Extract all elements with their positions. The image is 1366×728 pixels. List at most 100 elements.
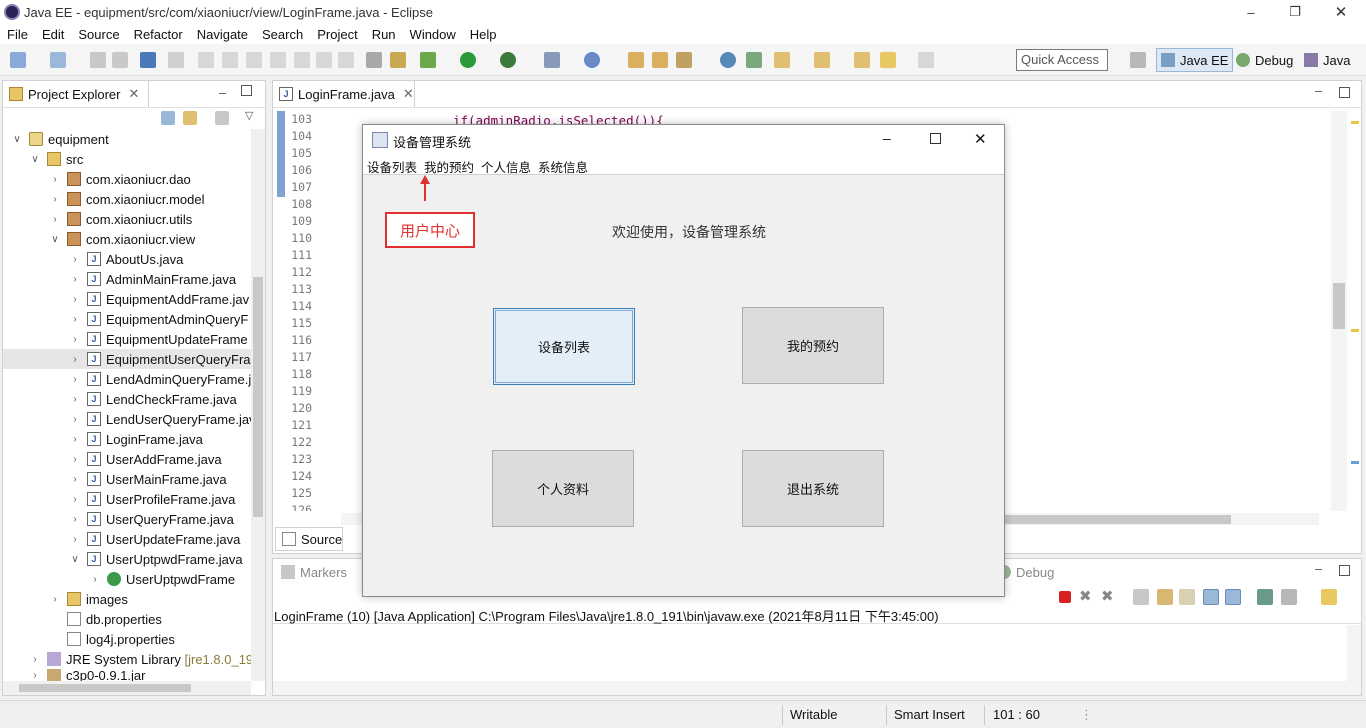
step-return-icon[interactable] bbox=[338, 52, 354, 68]
menu-run[interactable]: Run bbox=[365, 27, 403, 42]
tree-item-java-file[interactable]: › J LendAdminQueryFrame.j bbox=[3, 369, 251, 389]
tree-item-java-file[interactable]: › J LendCheckFrame.java bbox=[3, 389, 236, 409]
perspective-java-ee[interactable]: Java EE bbox=[1156, 48, 1234, 72]
tree-item-java-file[interactable]: › J UserUpdateFrame.java bbox=[3, 529, 240, 549]
back-icon[interactable] bbox=[880, 52, 896, 68]
search-icon[interactable] bbox=[676, 52, 692, 68]
tree-item-java-file[interactable]: › J LoginFrame.java bbox=[3, 429, 203, 449]
tree-item-src[interactable]: ∨ src bbox=[3, 149, 83, 169]
tree-item-project[interactable]: ∨ equipment bbox=[3, 129, 108, 149]
link-editor-icon[interactable] bbox=[183, 111, 197, 125]
tree-item-java-file[interactable]: › J AboutUs.java bbox=[3, 249, 183, 269]
suspend-icon[interactable] bbox=[222, 52, 238, 68]
globe-icon[interactable] bbox=[720, 52, 736, 68]
tree-item-java-file[interactable]: › J UserAddFrame.java bbox=[3, 449, 221, 469]
terminate-icon[interactable] bbox=[246, 52, 262, 68]
minimize-view-icon[interactable]: – bbox=[219, 85, 226, 100]
show-on-error-icon[interactable] bbox=[1225, 589, 1241, 605]
dialog-maximize-button[interactable] bbox=[930, 133, 941, 144]
editor-vertical-scrollbar[interactable] bbox=[1331, 111, 1347, 511]
perspective-debug[interactable]: Debug bbox=[1232, 48, 1297, 72]
clear-console-icon[interactable] bbox=[1133, 589, 1149, 605]
word-wrap-icon[interactable] bbox=[1179, 589, 1195, 605]
resume-icon[interactable] bbox=[198, 52, 214, 68]
quick-access-input[interactable]: Quick Access bbox=[1016, 49, 1108, 71]
source-tab[interactable]: Source bbox=[275, 527, 343, 551]
tree-horizontal-scrollbar[interactable] bbox=[3, 681, 251, 695]
show-on-output-icon[interactable] bbox=[1203, 589, 1219, 605]
dialog-menu-system-info[interactable]: 系统信息 bbox=[538, 157, 588, 176]
new-java-class-icon[interactable] bbox=[584, 52, 600, 68]
menu-refactor[interactable]: Refactor bbox=[127, 27, 190, 42]
tree-item-package[interactable]: › com.xiaoniucr.model bbox=[3, 189, 204, 209]
my-booking-button[interactable]: 我的预约 bbox=[742, 307, 884, 384]
dialog-menu-device-list[interactable]: 设备列表 bbox=[367, 157, 417, 176]
new-icon[interactable] bbox=[10, 52, 26, 68]
coverage-icon[interactable] bbox=[500, 52, 516, 68]
tree-item-java-file[interactable]: › J EquipmentUpdateFrame bbox=[3, 329, 247, 349]
run-icon[interactable] bbox=[460, 52, 476, 68]
tree-item-java-file[interactable]: ∨ J UserUptpwdFrame.java bbox=[3, 549, 242, 569]
dialog-close-button[interactable]: ✕ bbox=[974, 130, 987, 148]
minimize-button[interactable]: – bbox=[1228, 0, 1274, 24]
remove-all-icon[interactable]: ✖ bbox=[1101, 587, 1114, 605]
tree-vertical-scrollbar[interactable] bbox=[251, 129, 265, 681]
minimize-console-icon[interactable]: – bbox=[1315, 561, 1322, 576]
close-tab-icon[interactable]: ✕ bbox=[403, 86, 414, 102]
maximize-console-icon[interactable] bbox=[1339, 565, 1350, 576]
step-into-icon[interactable] bbox=[294, 52, 310, 68]
display-console-icon[interactable] bbox=[1281, 589, 1297, 605]
minimize-editor-icon[interactable]: – bbox=[1315, 83, 1322, 98]
open-task-icon[interactable] bbox=[652, 52, 668, 68]
open-type-icon[interactable] bbox=[628, 52, 644, 68]
use-step-filters-icon[interactable] bbox=[366, 52, 382, 68]
terminal-icon[interactable] bbox=[140, 52, 156, 68]
skip-breakpoints-icon[interactable] bbox=[168, 52, 184, 68]
scroll-lock-icon[interactable] bbox=[1157, 589, 1173, 605]
terminate-icon[interactable] bbox=[1059, 591, 1071, 603]
save-all-icon[interactable] bbox=[112, 52, 128, 68]
menu-search[interactable]: Search bbox=[255, 27, 310, 42]
dialog-minimize-button[interactable]: – bbox=[883, 130, 891, 146]
tree-item-class[interactable]: › UserUptpwdFrame bbox=[3, 569, 235, 589]
collapse-all-icon[interactable] bbox=[161, 111, 175, 125]
tree-item-java-file[interactable]: › J LendUserQueryFrame.jav bbox=[3, 409, 251, 429]
forward-icon[interactable] bbox=[918, 52, 934, 68]
menu-project[interactable]: Project bbox=[310, 27, 364, 42]
maximize-editor-icon[interactable] bbox=[1339, 87, 1350, 98]
tree-item-package[interactable]: › com.xiaoniucr.dao bbox=[3, 169, 190, 189]
menu-file[interactable]: File bbox=[0, 27, 35, 42]
open-perspective-icon[interactable] bbox=[1130, 52, 1146, 68]
tree-item-java-file[interactable]: › J UserQueryFrame.java bbox=[3, 509, 234, 529]
dialog-menu-my-booking[interactable]: 我的预约 bbox=[424, 157, 474, 176]
remove-launch-icon[interactable]: ✖ bbox=[1079, 587, 1092, 605]
console-vertical-scrollbar[interactable] bbox=[1347, 625, 1361, 695]
drag-handle-icon[interactable]: ⋮ bbox=[1080, 707, 1093, 723]
markers-tab[interactable]: Markers bbox=[277, 559, 347, 585]
external-tools-icon[interactable] bbox=[544, 52, 560, 68]
prev-annotation-icon[interactable] bbox=[814, 52, 830, 68]
menu-source[interactable]: Source bbox=[71, 27, 126, 42]
tree-item-java-file[interactable]: › J AdminMainFrame.java bbox=[3, 269, 236, 289]
last-edit-icon[interactable] bbox=[854, 52, 870, 68]
tree-item-library[interactable]: › JRE System Library [jre1.8.0_19 bbox=[3, 649, 251, 669]
tree-item-java-file[interactable]: › J UserMainFrame.java bbox=[3, 469, 226, 489]
toggle-mark-icon[interactable] bbox=[390, 52, 406, 68]
tree-item-folder[interactable]: › images bbox=[3, 589, 128, 609]
exit-system-button[interactable]: 退出系统 bbox=[742, 450, 884, 527]
pin-console-icon[interactable] bbox=[1257, 589, 1273, 605]
menu-navigate[interactable]: Navigate bbox=[190, 27, 255, 42]
save-icon[interactable] bbox=[90, 52, 106, 68]
new-wizard-icon[interactable] bbox=[50, 52, 66, 68]
perspective-java[interactable]: Java bbox=[1300, 48, 1354, 72]
tree-item-file[interactable]: log4j.properties bbox=[3, 629, 175, 649]
menu-window[interactable]: Window bbox=[403, 27, 463, 42]
tree-item-jar[interactable]: › c3p0-0.9.1.jar bbox=[3, 669, 146, 681]
debug-icon[interactable] bbox=[420, 52, 436, 68]
menu-edit[interactable]: Edit bbox=[35, 27, 71, 42]
tree-item-java-file[interactable]: › J EquipmentAddFrame.jav bbox=[3, 289, 249, 309]
tree-item-java-file-selected[interactable]: › J EquipmentUserQueryFra bbox=[3, 349, 251, 369]
tree-item-java-file[interactable]: › J EquipmentAdminQueryF bbox=[3, 309, 248, 329]
profile-button[interactable]: 个人资料 bbox=[492, 450, 634, 527]
close-tab-icon[interactable]: ✕ bbox=[128, 86, 139, 102]
